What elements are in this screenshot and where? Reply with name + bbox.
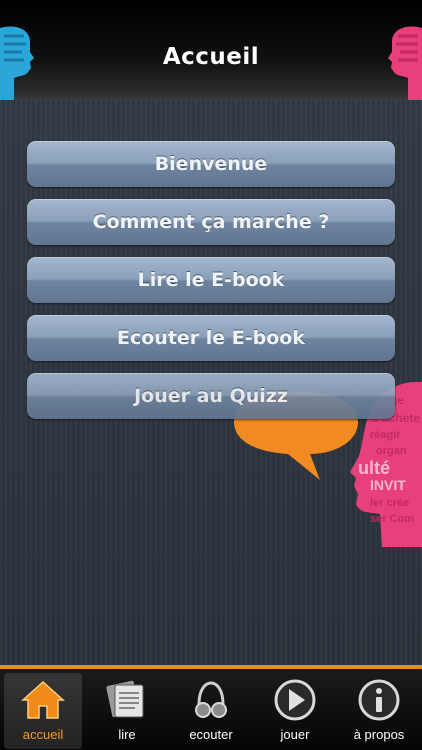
- svg-text:organ: organ: [376, 445, 407, 457]
- tab-bar: accueil lire ecouter jouer à propos: [0, 665, 422, 750]
- tab-label: accueil: [22, 727, 64, 742]
- svg-text:ser Com: ser Com: [370, 513, 414, 525]
- tab-label: ecouter: [189, 727, 233, 742]
- play-icon: [271, 677, 319, 723]
- how-it-works-button[interactable]: Comment ça marche ?: [27, 199, 395, 245]
- tab-accueil[interactable]: accueil: [4, 673, 82, 749]
- tab-jouer[interactable]: jouer: [256, 673, 334, 749]
- navigation-bar: Accueil: [0, 0, 422, 100]
- tab-ecouter[interactable]: ecouter: [172, 673, 250, 749]
- svg-text:ler crée: ler crée: [370, 497, 409, 509]
- welcome-button[interactable]: Bienvenue: [27, 141, 395, 187]
- read-ebook-button[interactable]: Lire le E-book: [27, 257, 395, 303]
- svg-text:INVIT: INVIT: [370, 477, 406, 493]
- play-quiz-button[interactable]: Jouer au Quizz: [27, 373, 395, 419]
- svg-text:ulté: ulté: [358, 458, 390, 478]
- tab-label: lire: [118, 727, 136, 742]
- tab-lire[interactable]: lire: [88, 673, 166, 749]
- page-title: Accueil: [162, 44, 260, 70]
- tab-label: à propos: [353, 727, 405, 742]
- speech-bubble-head-illustration: ange e achete réagir organ ulté INVIT le…: [234, 382, 422, 547]
- home-icon: [19, 677, 67, 723]
- svg-text:réagir: réagir: [370, 429, 401, 441]
- info-icon: [355, 677, 403, 723]
- tab-label: jouer: [280, 727, 310, 742]
- book-icon: [103, 677, 151, 723]
- listen-ebook-button[interactable]: Ecouter le E-book: [27, 315, 395, 361]
- content-area: ange e achete réagir organ ulté INVIT le…: [0, 100, 422, 665]
- tab-a-propos[interactable]: à propos: [340, 673, 418, 749]
- headphones-icon: [187, 677, 235, 723]
- pink-head-illustration: [388, 26, 422, 100]
